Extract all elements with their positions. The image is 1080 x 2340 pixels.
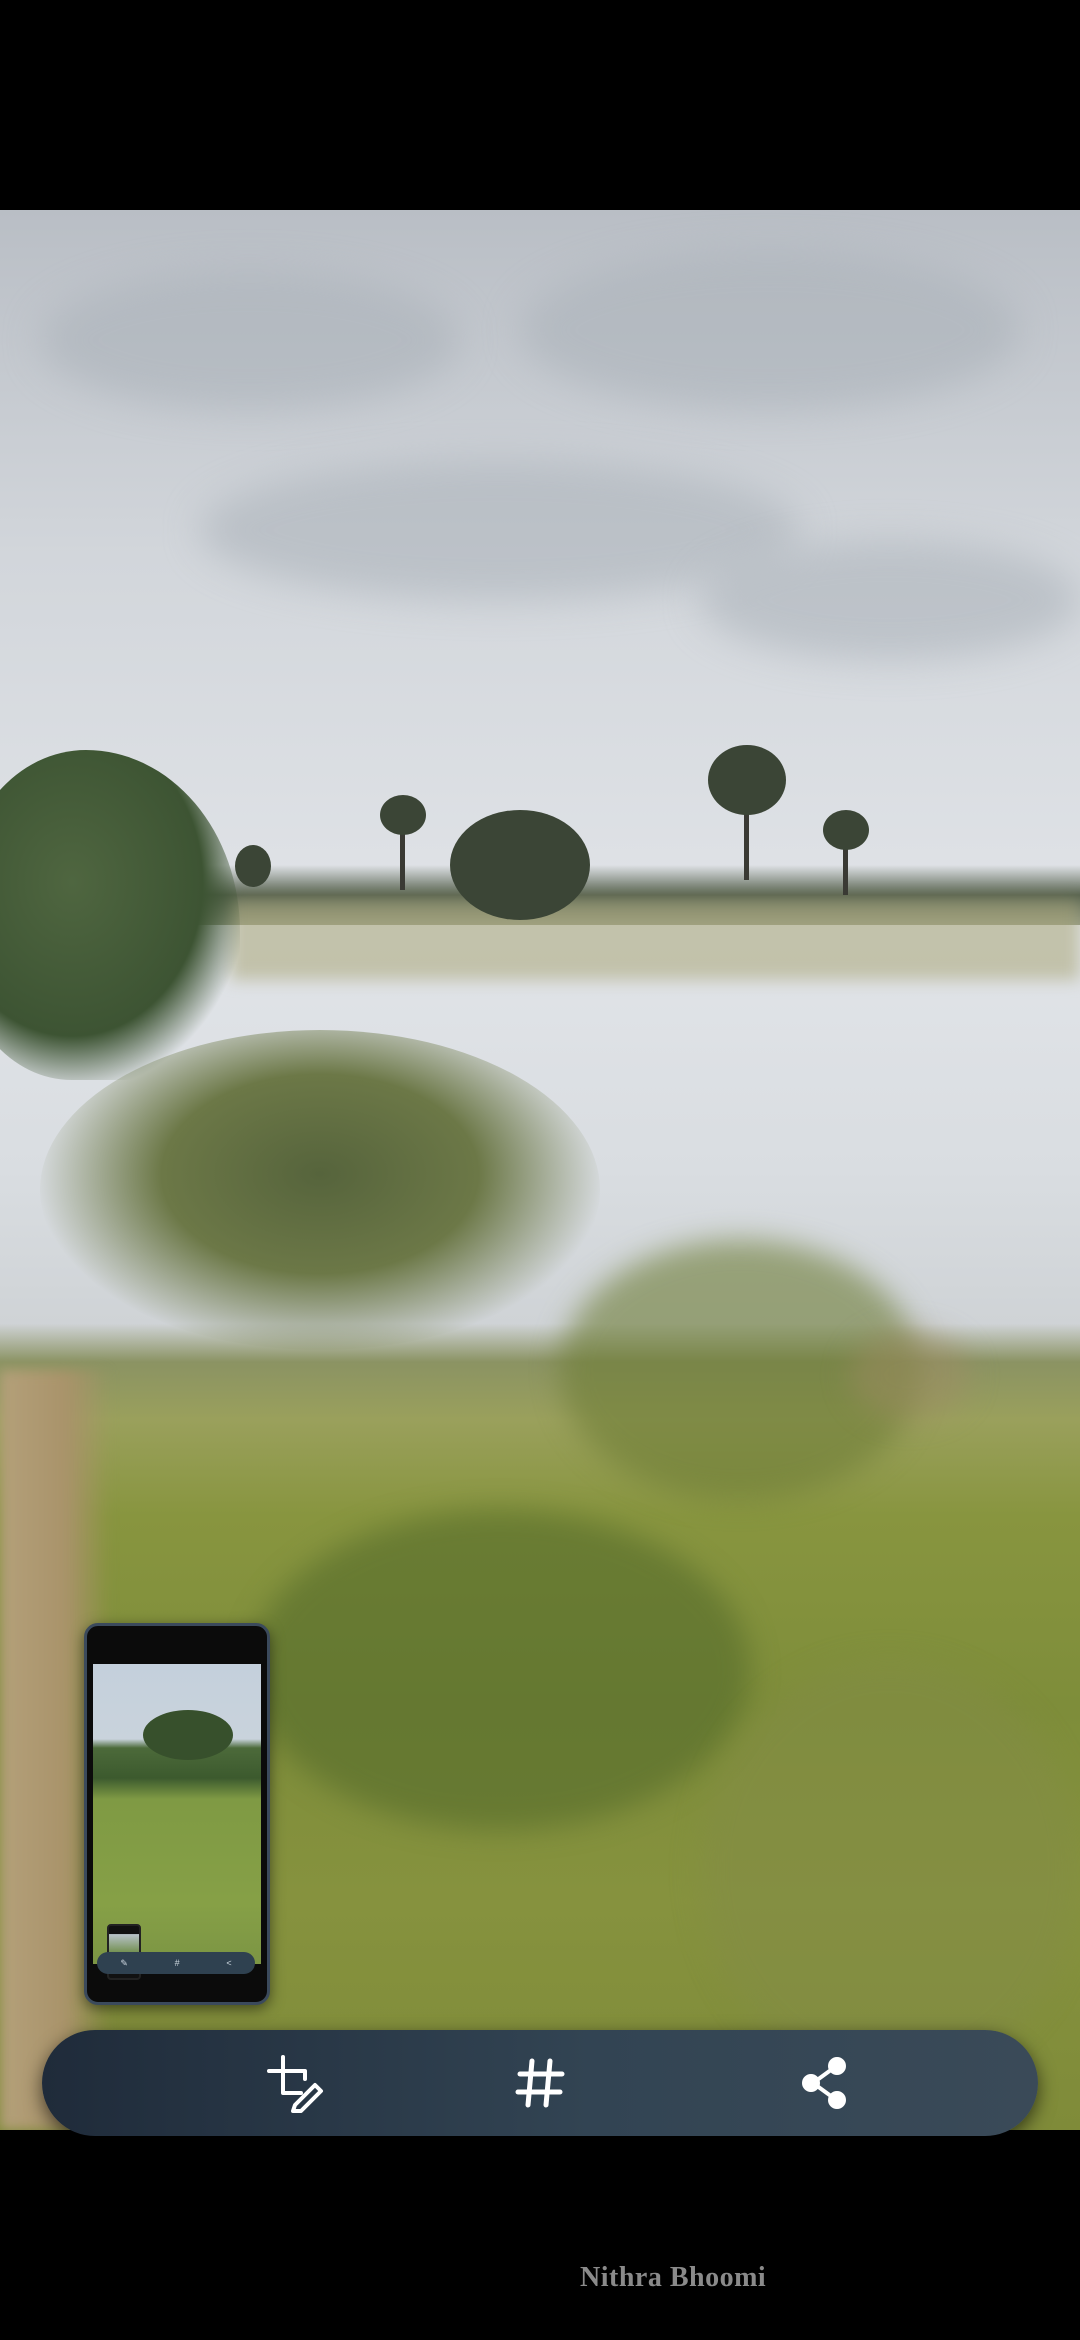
grass-bush [40, 1030, 600, 1350]
screenshot-thumbnail[interactable]: ✎ # < [84, 1623, 270, 2005]
share-button[interactable] [795, 2053, 855, 2113]
date-palm-bush [0, 750, 240, 1080]
hashtag-button[interactable] [510, 2053, 570, 2113]
screenshot-toolbar [42, 2030, 1038, 2136]
crop-edit-icon [267, 2055, 323, 2113]
hashtag-icon [515, 2058, 565, 2108]
share-icon [802, 2057, 846, 2109]
dry-grass-strip [230, 900, 1080, 980]
thumbnail-image [93, 1664, 261, 1980]
thumbnail-toolbar: ✎ # < [97, 1952, 255, 1974]
top-black-bar [0, 0, 1080, 210]
watermark-text: Nithra Bhoomi [580, 2262, 767, 2293]
edit-button[interactable] [265, 2053, 325, 2113]
